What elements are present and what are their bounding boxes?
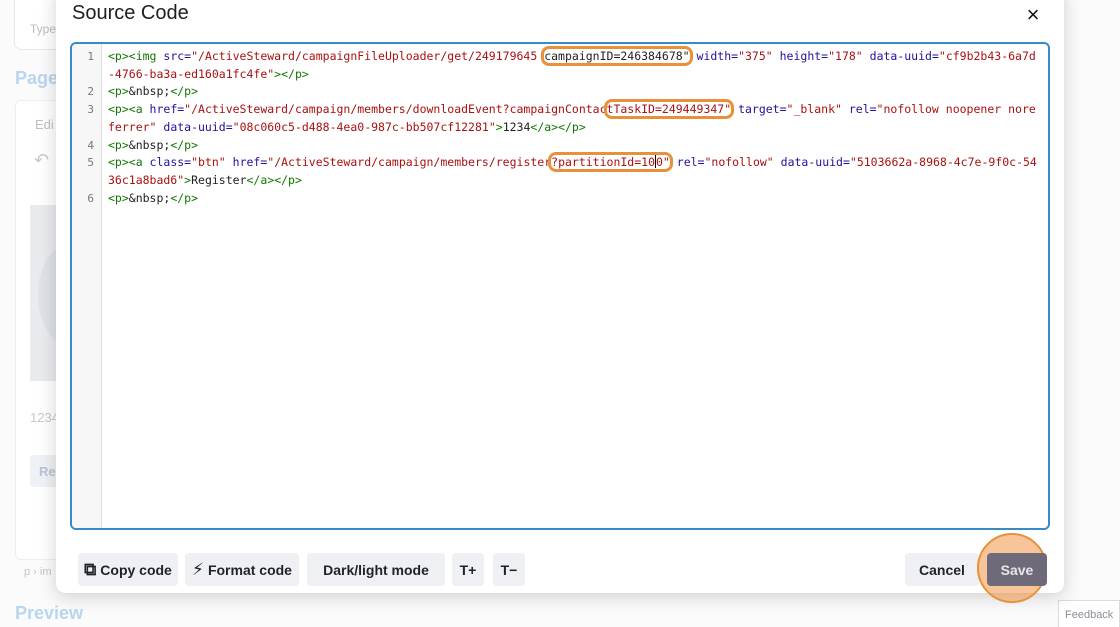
code-token: src=	[163, 49, 192, 63]
line-number: 1	[87, 50, 94, 63]
background-breadcrumb: p › im	[24, 566, 52, 578]
copy-icon: ⧉	[84, 560, 97, 579]
code-token: href=	[149, 102, 185, 117]
line-number: 6	[87, 191, 94, 205]
lightning-icon: ⚡	[192, 560, 204, 579]
code-token: "/ActiveSteward/campaignFileUploader/get…	[191, 49, 545, 63]
code-token: Register	[191, 172, 247, 187]
code-token: class=	[149, 155, 192, 170]
code-content[interactable]: 1 <p><img src="/ActiveSteward/campaignFi…	[72, 46, 1048, 208]
code-token: 0"	[656, 155, 670, 170]
format-code-label: Format code	[207, 561, 292, 578]
background-preview-heading: Preview	[15, 603, 84, 623]
code-token: <p><img	[108, 49, 164, 63]
code-token: "btn"	[191, 155, 226, 170]
code-token: height=	[772, 49, 829, 63]
background-type-label: Type	[30, 22, 57, 36]
code-token: "178"	[828, 49, 863, 63]
code-token: <p>	[108, 137, 129, 152]
increase-font-button[interactable]: T+	[452, 553, 484, 586]
code-token: "08c060c5-d488-4ea0-987c-bb507cf12281"	[232, 119, 496, 134]
code-token: data-uuid=	[773, 155, 850, 170]
code-token: >	[495, 119, 503, 134]
line-number: 4	[87, 138, 94, 152]
format-code-button[interactable]: ⚡ Format code	[185, 553, 299, 586]
code-token: </p>	[170, 137, 199, 152]
line-number: 2	[87, 85, 94, 99]
close-icon[interactable]: ×	[1020, 2, 1046, 28]
code-token: rel=	[841, 102, 877, 117]
cancel-button[interactable]: Cancel	[905, 553, 979, 586]
highlight-partition-id: ?partitionId=100"	[548, 152, 673, 173]
copy-code-button[interactable]: ⧉ Copy code	[78, 553, 178, 586]
background-page-heading: Page	[15, 68, 59, 88]
undo-icon: ↶	[34, 150, 50, 170]
code-token: 1234	[502, 119, 531, 134]
code-line[interactable]: 2 <p>&nbsp;</p>	[72, 83, 1048, 101]
background-edit-label: Edi	[35, 117, 54, 132]
code-token: target=	[731, 102, 787, 117]
code-token: data-uuid=	[862, 49, 939, 63]
code-token: <p>	[108, 190, 129, 205]
code-token: </p>	[170, 84, 199, 99]
code-token: "375"	[738, 49, 773, 63]
code-token: &nbsp;	[128, 84, 171, 99]
code-token: <p><a	[108, 102, 150, 117]
code-token: ?partitionId=10	[551, 155, 655, 170]
code-token: </a></p>	[246, 172, 302, 187]
code-token: <p><a	[108, 155, 150, 170]
modal-title: Source Code	[72, 2, 189, 24]
code-token: "/ActiveSteward/campaign/members/registe…	[267, 155, 552, 170]
code-line[interactable]: 6 <p>&nbsp;</p>	[72, 190, 1048, 208]
source-code-modal: Source Code × 1 <p><img src="/ActiveStew…	[56, 0, 1064, 603]
dark-light-mode-button[interactable]: Dark/light mode	[307, 553, 445, 586]
background-number-text: 1234	[30, 410, 59, 425]
code-line[interactable]: 5 <p><a class="btn" href="/ActiveSteward…	[72, 152, 1048, 189]
code-token: <p>	[108, 84, 129, 99]
line-number: 5	[87, 156, 94, 170]
code-token: </p>	[170, 190, 199, 205]
code-token: data-uuid=	[156, 119, 233, 134]
code-token: width=	[689, 49, 739, 63]
highlight-campaign-id: campaignID=246384678"	[541, 46, 693, 66]
code-token: ></p>	[274, 66, 309, 81]
copy-code-label: Copy code	[100, 561, 172, 578]
code-line[interactable]: 4 <p>&nbsp;</p>	[72, 137, 1048, 155]
code-token: </a></p>	[530, 119, 586, 134]
decrease-font-button[interactable]: T−	[493, 553, 525, 586]
code-token: "/ActiveSteward/campaign/members/downloa…	[184, 102, 607, 117]
code-token: "_blank"	[786, 102, 842, 117]
code-editor[interactable]: 1 <p><img src="/ActiveSteward/campaignFi…	[70, 42, 1050, 530]
save-button[interactable]: Save	[987, 553, 1047, 586]
line-number: 3	[87, 103, 94, 117]
code-token: &nbsp;	[128, 190, 171, 205]
code-token: "nofollow"	[704, 155, 774, 170]
code-line[interactable]: 1 <p><img src="/ActiveSteward/campaignFi…	[72, 46, 1048, 83]
highlight-task-id: tTaskID=249449347"	[603, 99, 735, 120]
code-token: rel=	[669, 155, 705, 170]
code-token: &nbsp;	[128, 137, 171, 152]
feedback-tab[interactable]: Feedback	[1058, 600, 1120, 627]
code-token: href=	[225, 155, 268, 170]
code-line[interactable]: 3 <p><a href="/ActiveSteward/campaign/me…	[72, 99, 1048, 136]
